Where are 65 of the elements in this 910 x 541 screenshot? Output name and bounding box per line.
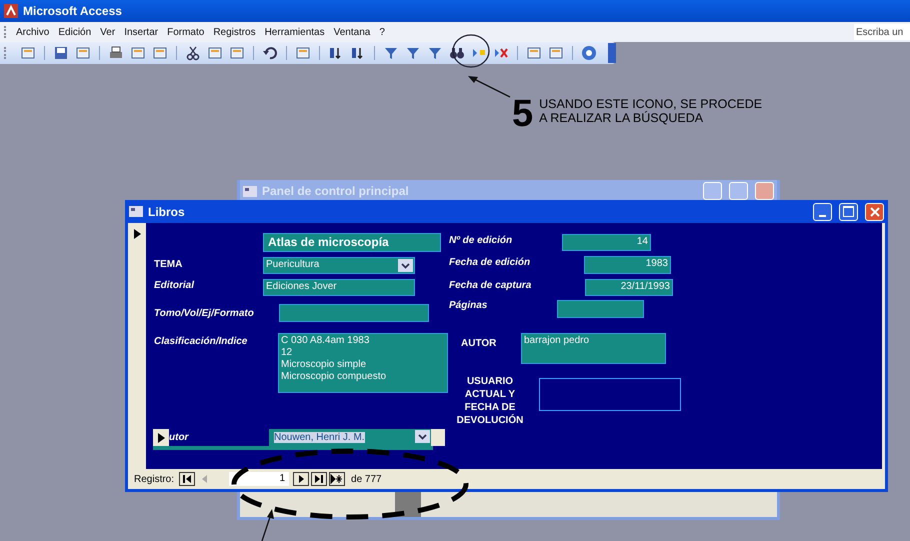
undo-icon[interactable]	[262, 45, 278, 61]
field-label: USUARIO ACTUAL Y FECHA DE DEVOLUCIÓN	[456, 375, 524, 427]
field-label: Nº de edición	[449, 235, 512, 246]
record-label: Registro:	[134, 474, 174, 484]
record-number-field[interactable]: 1	[229, 472, 290, 486]
field-label: Páginas	[449, 300, 488, 311]
menu-item[interactable]: Registros	[211, 26, 263, 38]
menu-item[interactable]: Archivo	[14, 26, 56, 38]
cut-icon[interactable]	[185, 45, 201, 61]
print-icon[interactable]	[108, 45, 124, 61]
menu-item[interactable]: Ver	[98, 26, 122, 38]
app-icon	[4, 4, 18, 18]
help-search-field[interactable]: Escriba un	[854, 24, 910, 40]
input-field[interactable]: Ediciones Jover	[263, 279, 415, 296]
form-icon	[129, 206, 143, 217]
close-button[interactable]	[865, 202, 884, 220]
field-label: AUTOR	[461, 338, 496, 349]
input-field[interactable]: 23/11/1993	[585, 279, 673, 296]
input-field[interactable]	[279, 304, 429, 322]
field-label: TEMA	[154, 259, 182, 270]
first-record-icon-button[interactable]	[179, 472, 196, 486]
window-title: Microsoft Access	[23, 4, 122, 18]
menu-item[interactable]: Formato	[165, 26, 212, 38]
pointer-arrow	[468, 76, 510, 98]
combo-box[interactable]: Nouwen, Henri J. M.	[269, 429, 431, 446]
menu-item[interactable]: Herramientas	[262, 26, 332, 38]
input-field[interactable]: 1983	[584, 256, 671, 274]
close-icon	[868, 206, 880, 218]
menu-item[interactable]: Ventana	[332, 26, 378, 38]
filter-form-icon[interactable]	[405, 45, 421, 61]
step-number: 5	[512, 97, 534, 131]
step-instruction: USANDO ESTE ICONO, SE PROCEDE A REALIZAR LA BÚSQUEDA	[539, 97, 762, 125]
input-field[interactable]: C 030 A8.4am 1983 12 Microscopio simple Microscopio compuesto	[278, 333, 448, 393]
minimize-button[interactable]	[813, 202, 832, 220]
field-label: Fecha de captura	[449, 280, 532, 291]
funnel-icon[interactable]	[427, 45, 443, 61]
field-label: Fecha de edición	[449, 257, 530, 268]
record-count: de 777	[351, 474, 382, 484]
next-record-icon-button[interactable]	[293, 472, 310, 486]
menu-item[interactable]: Insertar	[122, 26, 166, 38]
save-icon[interactable]	[53, 45, 69, 61]
last-record-icon-button[interactable]	[311, 472, 328, 486]
highlight-circle	[452, 34, 490, 68]
field-label: Editorial	[154, 280, 194, 291]
pointer-arrow	[261, 509, 274, 541]
input-field[interactable]: 14	[562, 234, 651, 251]
field-label: utor	[169, 429, 269, 446]
search-icon[interactable]	[449, 45, 465, 61]
menu-item[interactable]: Edición	[56, 26, 98, 38]
field-label: Tomo/Vol/Ej/Formato	[154, 308, 254, 319]
window-title: Libros	[148, 204, 185, 218]
input-field[interactable]	[539, 378, 681, 411]
field-label: Clasificación/Indice	[154, 336, 248, 347]
window-title: Panel de control principal	[262, 184, 409, 198]
help-icon[interactable]	[581, 45, 597, 61]
form-icon	[243, 186, 257, 196]
input-field[interactable]: barrajon pedro	[521, 333, 666, 364]
filter-icon[interactable]	[383, 45, 399, 61]
maximize-button[interactable]	[839, 202, 858, 220]
title-field[interactable]: Atlas de microscopía	[263, 233, 441, 252]
menu-item[interactable]: ?	[377, 26, 392, 38]
combo-box[interactable]: Puericultura	[263, 257, 415, 274]
new-record-icon-button[interactable]	[329, 472, 346, 486]
record-pointer-icon[interactable]	[134, 229, 140, 239]
input-field[interactable]	[557, 300, 644, 318]
